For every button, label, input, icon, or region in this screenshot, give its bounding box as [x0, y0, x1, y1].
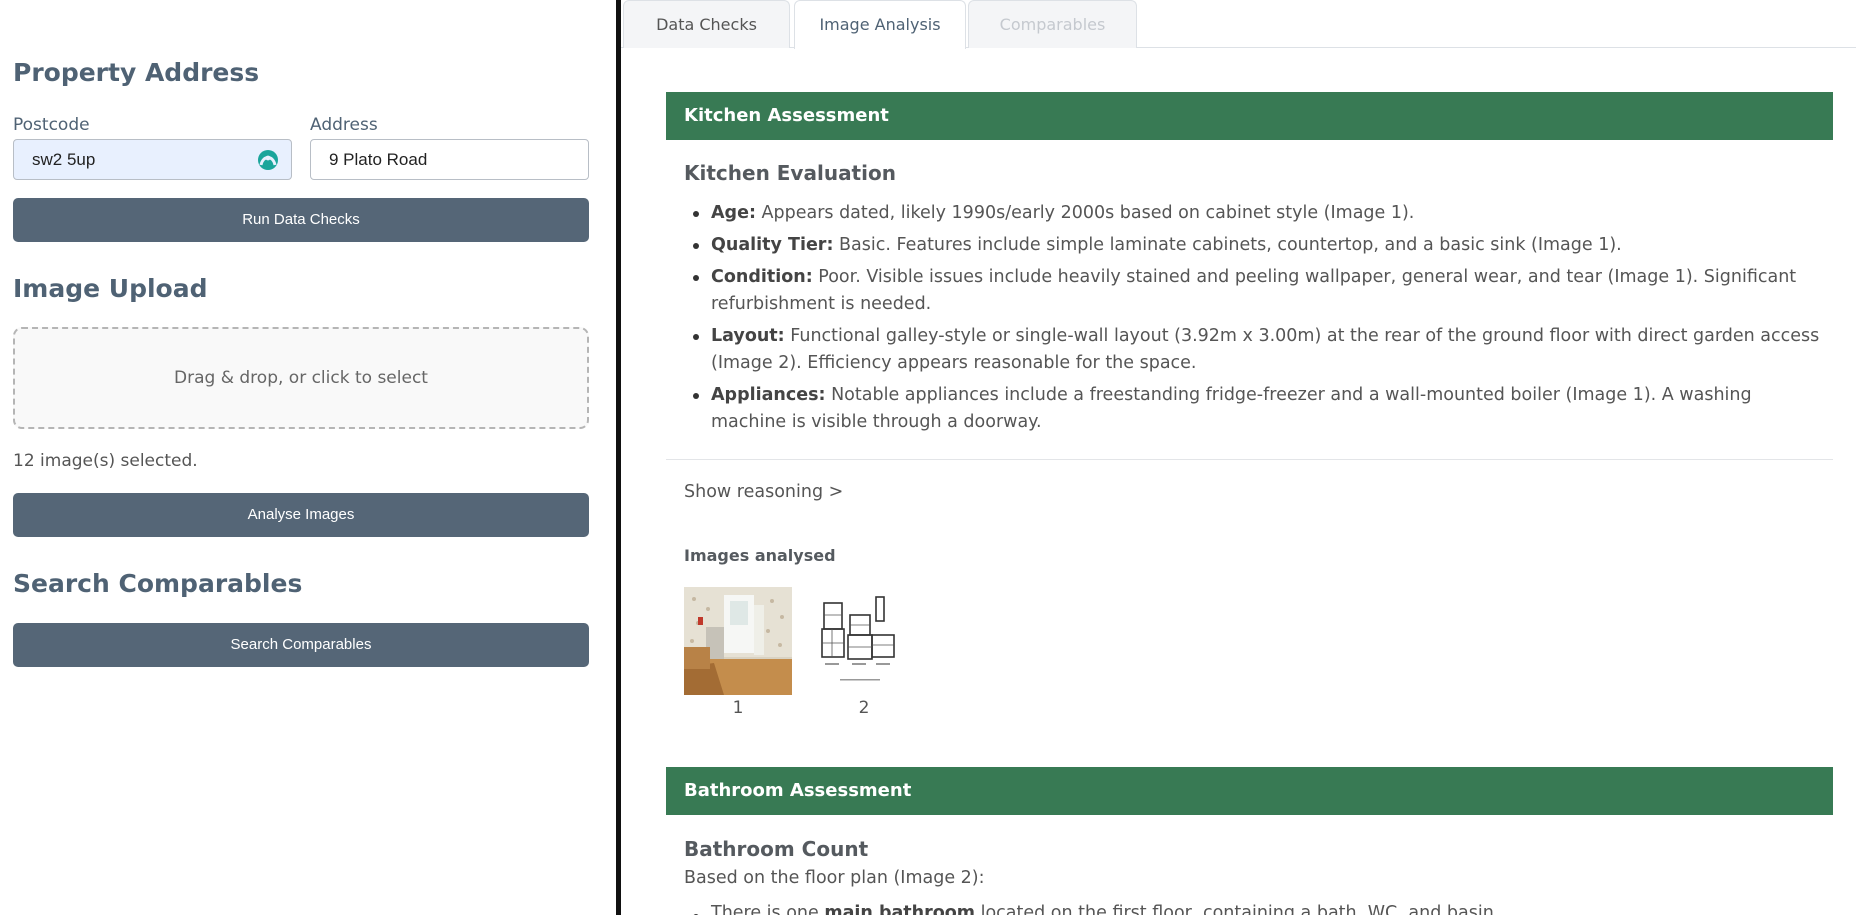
kitchen-evaluation-list: Age: Appears dated, likely 1990s/early 2…	[684, 200, 1824, 441]
tab-comparables: Comparables	[968, 0, 1137, 48]
thumbnail-label: 2	[858, 698, 870, 718]
tab-bar: Data Checks Image Analysis Comparables	[621, 0, 1856, 49]
address-value: 9 Plato Road	[329, 150, 428, 169]
list-item: Condition: Poor. Visible issues include …	[684, 264, 1824, 318]
image-upload-heading: Image Upload	[13, 274, 208, 303]
search-comparables-button[interactable]: Search Comparables	[13, 623, 589, 667]
show-reasoning-link[interactable]: Show reasoning >	[684, 482, 843, 502]
images-analysed-title: Images analysed	[684, 546, 836, 565]
address-input[interactable]: 9 Plato Road	[310, 139, 589, 180]
kitchen-photo-thumbnail[interactable]	[684, 587, 792, 695]
address-label: Address	[310, 115, 378, 135]
list-item: Quality Tier: Basic. Features include si…	[684, 232, 1824, 259]
tab-data-checks[interactable]: Data Checks	[623, 0, 790, 48]
postcode-value: sw2 5up	[32, 150, 96, 169]
bathroom-intro-text: Based on the floor plan (Image 2):	[684, 868, 985, 888]
tab-image-analysis[interactable]: Image Analysis	[794, 0, 966, 49]
list-item: Layout: Functional galley-style or singl…	[684, 323, 1824, 377]
images-selected-text: 12 image(s) selected.	[13, 451, 198, 471]
list-item: Appliances: Notable appliances include a…	[684, 382, 1824, 436]
image-dropzone[interactable]: Drag & drop, or click to select	[13, 327, 589, 429]
kitchen-evaluation-title: Kitchen Evaluation	[684, 161, 896, 185]
floor-plan-thumbnail[interactable]	[810, 587, 918, 695]
kitchen-assessment-header: Kitchen Assessment	[666, 92, 1833, 140]
list-item: Age: Appears dated, likely 1990s/early 2…	[684, 200, 1824, 227]
run-data-checks-button[interactable]: Run Data Checks	[13, 198, 589, 242]
list-item: There is one main bathroom located on th…	[684, 903, 1499, 915]
bathroom-count-title: Bathroom Count	[684, 837, 869, 861]
analyse-images-button[interactable]: Analyse Images	[13, 493, 589, 537]
section-divider	[666, 459, 1833, 460]
bathroom-assessment-header: Bathroom Assessment	[666, 767, 1833, 815]
right-panel: Data Checks Image Analysis Comparables K…	[621, 0, 1856, 915]
password-manager-icon[interactable]	[257, 149, 279, 171]
postcode-input[interactable]: sw2 5up	[13, 139, 292, 180]
left-panel: Property Address Postcode sw2 5up Addres…	[0, 0, 616, 915]
search-comparables-heading: Search Comparables	[13, 569, 303, 598]
postcode-label: Postcode	[13, 115, 90, 135]
thumbnail-label: 1	[732, 698, 744, 718]
property-address-heading: Property Address	[13, 58, 260, 87]
